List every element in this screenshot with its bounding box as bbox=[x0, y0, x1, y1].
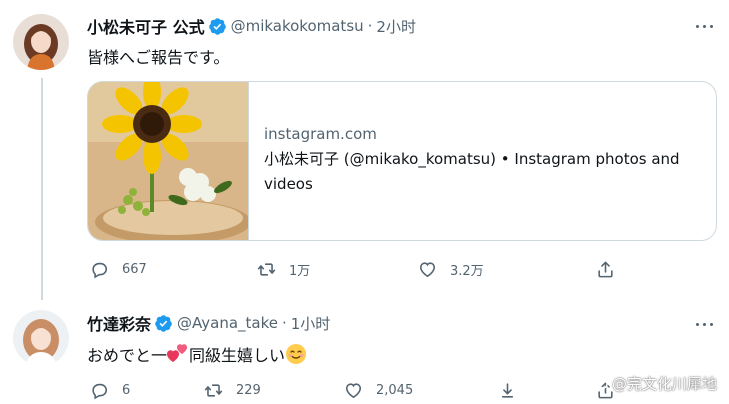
display-name[interactable]: 竹達彩奈 bbox=[87, 311, 151, 335]
card-title: 小松未可子 (@mikako_komatsu) • Instagram phot… bbox=[264, 150, 680, 193]
more-options-button[interactable] bbox=[691, 19, 717, 33]
retweet-count: 229 bbox=[236, 383, 261, 398]
timestamp[interactable]: 2小时 bbox=[376, 16, 416, 37]
separator-dot: · bbox=[367, 17, 373, 35]
watermark-icon bbox=[590, 378, 608, 389]
heart-icon bbox=[419, 262, 436, 278]
verified-badge-icon bbox=[208, 17, 226, 35]
more-horizontal-icon bbox=[695, 322, 699, 326]
retweet-icon bbox=[204, 384, 223, 397]
link-card[interactable]: instagram.com 小松未可子 (@mikako_komatsu) • … bbox=[87, 81, 717, 241]
retweet-button[interactable]: 229 bbox=[204, 381, 261, 400]
share-icon bbox=[598, 261, 613, 278]
tweet-text: 皆様へご報告です。 bbox=[87, 48, 230, 67]
handle[interactable]: @mikakokomatsu bbox=[231, 17, 364, 35]
retweet-button[interactable]: 1万 bbox=[257, 260, 310, 279]
reply-count: 667 bbox=[122, 262, 147, 277]
watermark-text: @完文化川犀地 bbox=[611, 375, 717, 393]
reply-count: 6 bbox=[122, 383, 131, 398]
retweet-count: 1万 bbox=[289, 264, 311, 279]
like-count: 3.2万 bbox=[450, 264, 484, 279]
views-button[interactable] bbox=[498, 381, 530, 400]
two-hearts-emoji bbox=[167, 344, 188, 362]
timestamp[interactable]: 1小时 bbox=[291, 313, 331, 334]
verified-badge-icon bbox=[155, 314, 172, 332]
tweet-header: 竹達彩奈 @Ayana_take · 1小时 bbox=[87, 311, 330, 335]
card-image bbox=[88, 82, 251, 240]
heart-icon bbox=[345, 383, 362, 399]
avatar[interactable] bbox=[13, 14, 69, 70]
card-body: instagram.com 小松未可子 (@mikako_komatsu) • … bbox=[264, 124, 704, 197]
tweet-2[interactable]: 竹達彩奈 @Ayana_take · 1小时 おめでと一 同級生嬉しい 6 22… bbox=[0, 300, 729, 404]
card-domain: instagram.com bbox=[264, 125, 377, 143]
like-button[interactable]: 2,045 bbox=[344, 381, 413, 400]
smiling-face-emoji bbox=[286, 344, 307, 364]
tweet-text-part-1: おめでと一 bbox=[87, 346, 168, 365]
like-count: 2,045 bbox=[376, 383, 414, 398]
reply-icon bbox=[92, 262, 108, 279]
like-button[interactable]: 3.2万 bbox=[418, 260, 484, 279]
share-button[interactable] bbox=[596, 260, 628, 279]
tweet-1[interactable]: 小松未可子 公式 @mikakokomatsu · 2小时 皆様へご報告です。 bbox=[0, 0, 729, 300]
reply-button[interactable]: 6 bbox=[90, 381, 130, 400]
retweet-icon bbox=[257, 263, 276, 276]
more-options-button[interactable] bbox=[691, 317, 717, 331]
tweet-text-part-2: 同級生嬉しい bbox=[189, 346, 286, 365]
display-name[interactable]: 小松未可子 公式 bbox=[87, 14, 205, 38]
watermark: @完文化川犀地 bbox=[590, 373, 717, 394]
reply-icon bbox=[92, 383, 108, 400]
handle[interactable]: @Ayana_take bbox=[177, 314, 278, 332]
reply-button[interactable]: 667 bbox=[90, 260, 147, 279]
download-icon bbox=[501, 383, 514, 398]
more-horizontal-icon bbox=[695, 24, 699, 28]
avatar[interactable] bbox=[13, 310, 69, 366]
tweet-header: 小松未可子 公式 @mikakokomatsu · 2小时 bbox=[87, 14, 416, 38]
tweet-text: おめでと一 同級生嬉しい bbox=[87, 342, 307, 366]
separator-dot: · bbox=[281, 314, 287, 332]
thread-line bbox=[41, 78, 43, 300]
